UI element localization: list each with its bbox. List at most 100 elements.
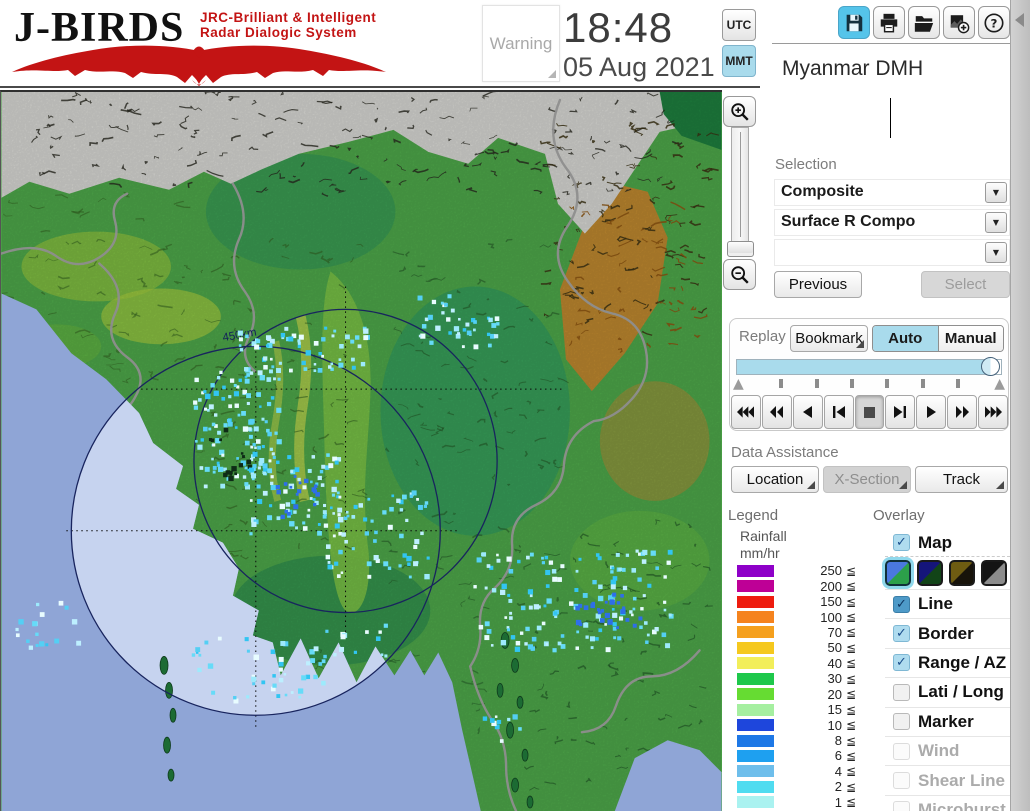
skip-to-start-button[interactable] <box>731 395 761 429</box>
overlay-row-range-az: ✓ Range / AZ <box>885 647 1010 677</box>
replay-progress-slider[interactable] <box>736 357 1002 376</box>
panel-collapse-strip[interactable] <box>1010 0 1030 811</box>
legend-row: 4 ≦ <box>737 764 867 779</box>
radar-map-viewport[interactable]: 450km <box>0 90 722 811</box>
slider-handle[interactable] <box>981 357 1001 376</box>
composite-dropdown-value: Composite <box>781 183 864 200</box>
overlay-row-wind: Wind <box>885 735 1010 765</box>
legend-color-swatch <box>737 672 774 685</box>
skip-to-end-button[interactable] <box>978 395 1009 429</box>
extra-dropdown[interactable]: ▼ <box>774 239 1010 266</box>
overlay-row-border: ✓ Border <box>885 618 1010 647</box>
timezone-utc-button[interactable]: UTC <box>722 9 756 41</box>
save-button[interactable] <box>838 6 870 39</box>
composite-dropdown[interactable]: Composite ▼ <box>774 179 1010 206</box>
legend-quantity: Rainfall <box>740 528 787 544</box>
location-button[interactable]: Location <box>731 466 819 493</box>
export-image-button[interactable] <box>943 6 975 39</box>
legend-threshold-value: 4 <box>834 763 842 779</box>
legend-row: 150 ≦ <box>737 594 867 609</box>
less-equal-symbol: ≦ <box>846 702 857 717</box>
double-forward-icon <box>955 406 969 418</box>
app-logo-subtitle: JRC-Brilliant & Intelligent Radar Dialog… <box>200 10 376 40</box>
track-button[interactable]: Track <box>915 466 1008 493</box>
checkbox-line[interactable]: ✓ <box>893 595 910 613</box>
legend-color-swatch <box>737 703 774 716</box>
map-style-selector <box>885 556 1010 589</box>
checkbox-border[interactable]: ✓ <box>893 625 910 643</box>
less-equal-symbol: ≦ <box>846 748 857 763</box>
fast-forward-button[interactable] <box>947 395 978 429</box>
print-button[interactable] <box>873 6 905 39</box>
overlay-checkbox-list: ✓ Map ✓ Line ✓ Border ✓ Range / AZ Lati / Long Ma… <box>885 529 1010 811</box>
checkbox-range-az[interactable]: ✓ <box>893 654 910 672</box>
overlay-title: Overlay <box>873 507 925 524</box>
toolbar-divider <box>772 43 1010 44</box>
product-dropdown-value: Surface R Compo <box>781 213 916 230</box>
legend-row: 70 ≦ <box>737 625 867 640</box>
map-style-swatch-1[interactable] <box>917 560 943 586</box>
eagle-logo-icon <box>12 45 386 86</box>
checkbox-lati-long[interactable] <box>893 683 910 701</box>
play-button[interactable] <box>916 395 947 429</box>
jbirds-application: J-BIRDS JRC-Brilliant & Intelligent Rada… <box>0 0 1030 811</box>
map-zoom-out-button[interactable] <box>723 259 756 290</box>
legend-threshold-value: 15 <box>827 702 842 718</box>
map-style-swatch-2[interactable] <box>949 560 975 586</box>
map-zoom-slider-handle[interactable] <box>727 241 754 257</box>
play-icon <box>926 406 936 418</box>
fast-rewind-button[interactable] <box>761 395 792 429</box>
product-dropdown[interactable]: Surface R Compo ▼ <box>774 209 1010 236</box>
chevron-down-icon[interactable]: ▼ <box>985 182 1007 203</box>
map-style-swatch-3[interactable] <box>981 560 1007 586</box>
step-forward-icon <box>894 406 907 418</box>
legend-row: 10 ≦ <box>737 717 867 733</box>
select-button[interactable]: Select <box>921 271 1010 298</box>
help-button[interactable]: ? <box>978 6 1010 39</box>
legend-row: 8 ≦ <box>737 733 867 748</box>
previous-button[interactable]: Previous <box>774 271 862 298</box>
legend-unit-label: Rainfall mm/hr <box>740 528 787 562</box>
logo-subtitle-line2: Radar Dialogic System <box>200 25 357 40</box>
slider-end-marker[interactable]: ▲ <box>994 375 1005 393</box>
auto-mode-button[interactable]: Auto <box>873 326 939 351</box>
legend-title: Legend <box>728 507 779 524</box>
bookmark-button[interactable]: Bookmark <box>790 325 868 352</box>
legend-row: 2 ≦ <box>737 779 867 794</box>
legend-color-swatch <box>737 580 774 593</box>
step-forward-button[interactable] <box>885 395 916 429</box>
less-equal-symbol: ≦ <box>846 687 857 702</box>
map-zoom-slider-track[interactable] <box>731 127 749 242</box>
legend-threshold-value: 8 <box>834 733 842 749</box>
checkbox-marker[interactable] <box>893 713 910 731</box>
magnifier-minus-icon <box>730 265 749 284</box>
xsection-button[interactable]: X-Section <box>823 466 911 493</box>
station-name: Myanmar DMH <box>782 57 924 80</box>
step-back-button[interactable] <box>823 395 854 429</box>
map-zoom-in-button[interactable] <box>723 96 756 127</box>
overlay-row-shear-line: Shear Line <box>885 765 1010 794</box>
chevron-down-icon[interactable]: ▼ <box>985 212 1007 233</box>
stop-button[interactable] <box>854 395 885 429</box>
radar-map[interactable]: 450km <box>0 90 722 811</box>
play-reverse-button[interactable] <box>792 395 823 429</box>
overlay-label: Map <box>918 532 952 552</box>
printer-icon <box>880 13 898 32</box>
replay-label: Replay <box>739 328 786 345</box>
stop-icon <box>864 406 875 418</box>
header-divider <box>0 86 760 88</box>
warning-dropdown[interactable]: Warning <box>482 5 560 82</box>
product-filter-input[interactable] <box>774 94 1010 150</box>
map-style-swatch-0[interactable] <box>885 560 911 586</box>
overlay-label: Line <box>918 594 953 614</box>
manual-mode-button[interactable]: Manual <box>938 326 1003 351</box>
station-name-box: Myanmar DMH <box>774 47 1010 92</box>
chevron-down-icon[interactable]: ▼ <box>985 242 1007 263</box>
legend-color-swatch <box>737 765 774 778</box>
clock-time: 18:48 <box>563 4 674 51</box>
overlay-row-map: ✓ Map <box>885 529 1010 556</box>
open-file-button[interactable] <box>908 6 940 39</box>
slider-start-marker[interactable]: ▲ <box>733 375 744 393</box>
timezone-mmt-button[interactable]: MMT <box>722 45 756 77</box>
checkbox-map[interactable]: ✓ <box>893 534 910 551</box>
